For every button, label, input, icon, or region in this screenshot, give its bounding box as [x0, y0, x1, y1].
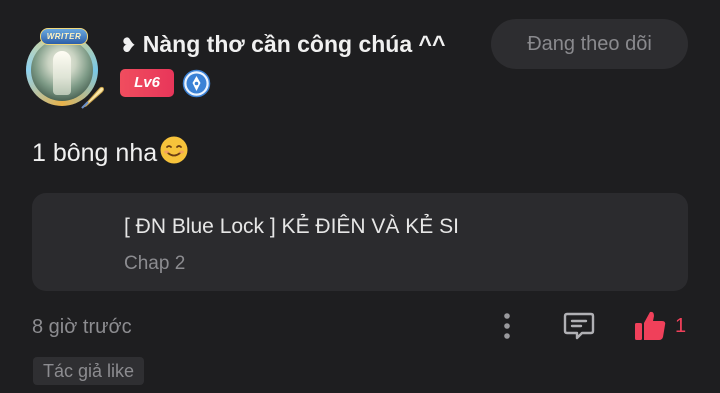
- following-button[interactable]: Đang theo dõi: [491, 19, 688, 69]
- avatar[interactable]: WRITER: [22, 28, 108, 114]
- like-button[interactable]: 1: [630, 306, 692, 346]
- author-name-text: Nàng thơ cần công chúa ^^: [142, 31, 446, 57]
- more-options-icon[interactable]: [495, 310, 519, 342]
- thumbs-up-icon: [635, 311, 666, 340]
- comment-text: 1 bông nha: [32, 135, 189, 168]
- story-title: [ ĐN Blue Lock ] KẺ ĐIÊN VÀ KẺ SI: [124, 215, 459, 238]
- comment-body: 1 bông nha: [32, 139, 158, 167]
- level-badge: Lv6: [120, 69, 174, 97]
- smiling-face-icon: [160, 136, 188, 164]
- author-liked-tag: Tác giả like: [33, 357, 145, 385]
- story-card[interactable]: [ ĐN Blue Lock ] KẺ ĐIÊN VÀ KẺ SI Chap 2: [32, 193, 688, 291]
- reply-comment-icon[interactable]: [562, 310, 596, 342]
- heart-arrow-icon: ❥: [120, 35, 137, 57]
- author-name[interactable]: ❥ Nàng thơ cần công chúa ^^: [120, 31, 445, 58]
- like-count: 1: [675, 315, 687, 337]
- pen-badge-icon[interactable]: [182, 69, 211, 98]
- comment-timestamp: 8 giờ trước: [32, 316, 132, 338]
- story-chapter: Chap 2: [124, 253, 186, 274]
- writer-badge: WRITER: [40, 28, 88, 45]
- feather-pen-icon: [81, 86, 104, 109]
- avatar-figure: [53, 51, 71, 95]
